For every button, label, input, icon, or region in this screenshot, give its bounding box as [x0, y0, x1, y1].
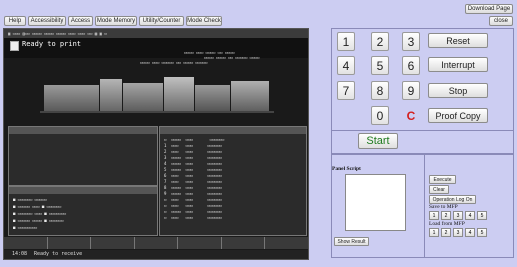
- tab-mode-check[interactable]: Mode Check: [186, 16, 222, 26]
- save-slot-5[interactable]: 5: [477, 211, 487, 220]
- machine-illustration: [40, 73, 274, 117]
- load-slot-3[interactable]: 3: [453, 228, 463, 237]
- output-panel[interactable]: ▭ ▭▭▭▭ ▭▭▭ ▭▭▭▭▭▭ 1 ▭▭▭ ▭▭▭ ▭▭▭▭▭▭ 2 ▭▭▭…: [159, 126, 307, 236]
- key-6[interactable]: 6: [402, 56, 420, 75]
- tab-utility-counter[interactable]: Utility/Counter: [139, 16, 184, 26]
- tab-mode-memory[interactable]: Mode Memory: [95, 16, 137, 26]
- info-line: ▭▭▭▭ ▭▭▭▭ ▭▭ ▭▭▭▭▭ ▭▭▭▭: [204, 55, 260, 60]
- tab-accessibility[interactable]: Accessibility: [28, 16, 66, 26]
- screen-tab[interactable]: [135, 237, 179, 249]
- consumable-line: ■ ▭▭▭▭▭▭▭▭: [13, 225, 38, 230]
- load-slot-1[interactable]: 1: [429, 228, 439, 237]
- consumable-line: ■ ▭▭▭▭▭▭ ▭▭▭▭▭: [13, 197, 47, 202]
- info-line: ▭▭▭▭ ▭▭▭ ▭▭▭▭▭ ▭▭ ▭▭▭▭ ▭▭▭▭▭: [140, 60, 208, 65]
- download-page-button[interactable]: Download Page: [465, 4, 513, 14]
- save-to-mfp-label: Save to MFP: [429, 204, 458, 210]
- interrupt-button[interactable]: Interrupt: [428, 57, 488, 72]
- key-7[interactable]: 7: [337, 81, 355, 100]
- key-2[interactable]: 2: [371, 32, 389, 51]
- consumable-line: ■ ▭▭▭▭▭▭ ▭▭▭ ■ ▭▭▭▭▭▭▭: [13, 211, 66, 216]
- proof-copy-button[interactable]: Proof Copy: [428, 108, 488, 123]
- close-button[interactable]: close: [489, 16, 513, 26]
- screen-tab[interactable]: [48, 237, 92, 249]
- panel-script-textarea[interactable]: [345, 174, 406, 231]
- footer-status: Ready to receive: [34, 251, 83, 257]
- stop-button[interactable]: Stop: [428, 83, 488, 98]
- screen-tab[interactable]: [4, 237, 48, 249]
- panel-script-title: Panel Script: [332, 166, 361, 172]
- key-4[interactable]: 4: [337, 56, 355, 75]
- save-slot-4[interactable]: 4: [465, 211, 475, 220]
- job-panel-header: [9, 127, 157, 134]
- save-slot-1[interactable]: 1: [429, 211, 439, 220]
- execute-button[interactable]: Execute: [429, 175, 456, 184]
- printer-icon: [10, 41, 19, 51]
- key-3[interactable]: 3: [402, 32, 420, 51]
- show-result-button[interactable]: Show Result: [334, 237, 369, 246]
- output-panel-header: [160, 127, 306, 134]
- frame-divider: [424, 154, 425, 258]
- frame-divider: [331, 130, 514, 131]
- key-9[interactable]: 9: [402, 81, 420, 100]
- screen-tab[interactable]: [265, 237, 308, 249]
- clear-button[interactable]: Clear: [429, 185, 449, 194]
- load-slot-4[interactable]: 4: [465, 228, 475, 237]
- consumables-panel[interactable]: ■ ▭▭▭▭▭▭ ▭▭▭▭▭ ■ ▭▭▭▭▭ ▭▭▭ ■ ▭▭▭▭▭▭ ■ ▭▭…: [8, 186, 158, 236]
- key-clear[interactable]: C: [402, 106, 420, 125]
- reset-button[interactable]: Reset: [428, 33, 488, 48]
- consumable-line: ■ ▭▭▭▭▭ ▭▭▭▭ ■ ▭▭▭▭▭▭: [13, 218, 64, 223]
- output-rows: ▭ ▭▭▭▭ ▭▭▭ ▭▭▭▭▭▭ 1 ▭▭▭ ▭▭▭ ▭▭▭▭▭▭ 2 ▭▭▭…: [164, 137, 225, 220]
- screen-top-icons: ▣ ▭▭▭ ▤▭▭ ▭▭▭▭ ▭▭▭▭ ▭▭▭▭ ▭▭▭ ▭▭▭ ▭▭ ▣ ▣ …: [8, 31, 107, 36]
- screen-tab[interactable]: [91, 237, 135, 249]
- load-slot-2[interactable]: 2: [441, 228, 451, 237]
- screen-tab[interactable]: [178, 237, 222, 249]
- key-8[interactable]: 8: [371, 81, 389, 100]
- footer-time: 14:08: [12, 251, 28, 257]
- consumables-header: [9, 187, 157, 194]
- key-5[interactable]: 5: [371, 56, 389, 75]
- key-1[interactable]: 1: [337, 32, 355, 51]
- consumable-line: ■ ▭▭▭▭▭ ▭▭▭ ■ ▭▭▭▭▭▭: [13, 204, 62, 209]
- status-title: Ready to print: [22, 40, 82, 48]
- operation-log-on-button[interactable]: Operation Log On: [429, 195, 476, 204]
- screen-bottom-tabs[interactable]: [4, 237, 308, 249]
- job-panel[interactable]: [8, 126, 158, 186]
- printer-display[interactable]: ▣ ▭▭▭ ▤▭▭ ▭▭▭▭ ▭▭▭▭ ▭▭▭▭ ▭▭▭ ▭▭▭ ▭▭ ▣ ▣ …: [3, 28, 309, 260]
- load-slot-5[interactable]: 5: [477, 228, 487, 237]
- save-slot-2[interactable]: 2: [441, 211, 451, 220]
- key-0[interactable]: 0: [371, 106, 389, 125]
- save-slot-3[interactable]: 3: [453, 211, 463, 220]
- tab-access[interactable]: Access: [68, 16, 93, 26]
- start-button[interactable]: Start: [358, 133, 398, 149]
- load-from-mfp-label: Load from MFP: [429, 221, 465, 227]
- tab-help[interactable]: Help: [4, 16, 26, 26]
- screen-tab[interactable]: [222, 237, 266, 249]
